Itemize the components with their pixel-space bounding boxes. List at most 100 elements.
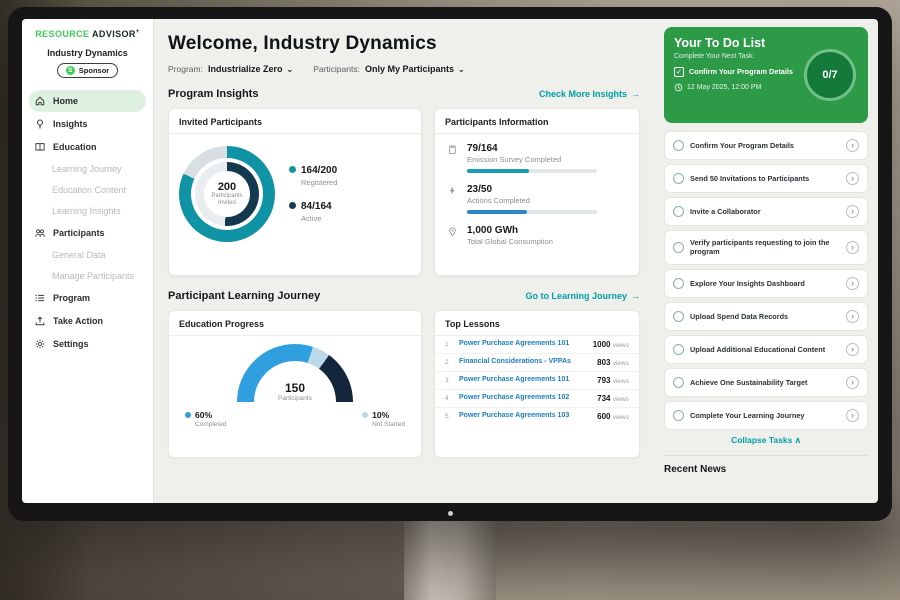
gauge-hole [254,361,336,443]
sidebar-item-learning-insights[interactable]: Learning Insights [22,200,153,221]
gauge-value: 150 [237,381,353,395]
task-label: Invite a Collaborator [690,207,840,216]
legend-label: Not Started [372,421,405,428]
program-filter-dropdown[interactable]: Industrialize Zero ⌄ [208,64,293,74]
views-label: views [613,342,629,349]
task-row-7[interactable]: Upload Additional Educational Content › [664,335,868,364]
task-checkbox[interactable] [673,311,684,322]
sidebar-nav: Home Insights Education [22,90,153,355]
donut-legend: 164/200 Registered 84/164 Active [289,165,337,223]
task-checkbox[interactable] [673,410,684,421]
lesson-views: 803 views [597,358,629,367]
lesson-link[interactable]: Financial Considerations - VPPAs [459,358,591,366]
chevron-right-icon[interactable]: › [846,343,859,356]
todo-next-task[interactable]: ✓ Confirm Your Program Details [674,67,814,77]
sidebar-item-education[interactable]: Education [22,135,153,158]
program-filter: Program: Industrialize Zero ⌄ [168,64,293,74]
participants-filter-dropdown[interactable]: Only My Participants ⌄ [365,64,465,74]
sidebar-item-insights[interactable]: Insights [22,112,153,135]
gauge-center: 150 Participants [237,381,353,402]
task-row-4[interactable]: Verify participants requesting to join t… [664,230,868,265]
lesson-link[interactable]: Power Purchase Agreements 101 [459,376,591,384]
lesson-rank: 1 [445,341,453,348]
task-row-2[interactable]: Send 50 Invitations to Participants › [664,164,868,193]
recent-news-header: Recent News [664,455,868,475]
task-checkbox[interactable] [673,173,684,184]
task-checkbox[interactable] [673,140,684,151]
info-label: Emission Survey Completed [467,155,597,164]
chevron-right-icon[interactable]: › [846,310,859,323]
sidebar-item-settings[interactable]: Settings [22,332,153,355]
lesson-rank: 2 [445,359,453,366]
task-row-6[interactable]: Upload Spend Data Records › [664,302,868,331]
collapse-label: Collapse Tasks [731,435,792,445]
sidebar-item-education-content[interactable]: Education Content [22,179,153,200]
collapse-tasks-link[interactable]: Collapse Tasks ∧ [664,435,868,446]
chevron-right-icon[interactable]: › [846,139,859,152]
journey-cards-row: Education Progress 150 Participants 60 [168,310,640,458]
sidebar-item-program[interactable]: Program [22,286,153,309]
task-row-8[interactable]: Achieve One Sustainability Target › [664,368,868,397]
task-row-9[interactable]: Complete Your Learning Journey › [664,401,868,430]
go-to-learning-journey-link[interactable]: Go to Learning Journey → [525,291,640,301]
chevron-right-icon[interactable]: › [846,205,859,218]
legend-item-completed: 60% Completed [185,410,226,428]
home-icon [34,95,46,107]
task-checkbox[interactable] [673,278,684,289]
chevron-right-icon[interactable]: › [846,277,859,290]
task-checkbox[interactable] [673,242,684,253]
sidebar-item-label: Education Content [52,185,126,195]
task-label: Upload Additional Educational Content [690,345,840,354]
education-gauge-chart: 150 Participants [237,344,353,402]
legend-item-registered: 164/200 Registered [289,165,337,187]
arrow-right-icon: → [631,89,640,99]
chevron-right-icon[interactable]: › [846,241,859,254]
book-icon [34,141,46,153]
legend-value: 84/164 [301,201,332,212]
task-checkbox[interactable] [673,206,684,217]
task-label: Upload Spend Data Records [690,312,840,321]
chevron-right-icon[interactable]: › [846,172,859,185]
task-checkbox[interactable] [673,344,684,355]
sidebar-item-take-action[interactable]: Take Action [22,309,153,332]
chevron-right-icon[interactable]: › [846,409,859,422]
donut-center: 200 Participants Invited [204,171,250,217]
link-label: Go to Learning Journey [525,291,627,301]
sidebar-item-label: Learning Insights [52,206,121,216]
arrow-right-icon: → [631,291,640,301]
lesson-views: 600 views [597,412,629,421]
chevron-right-icon[interactable]: › [846,376,859,389]
lesson-rank: 4 [445,395,453,402]
task-row-5[interactable]: Explore Your Insights Dashboard › [664,269,868,298]
program-filter-label: Program: [168,64,203,74]
filter-bar: Program: Industrialize Zero ⌄ Participan… [168,64,640,74]
gear-icon [34,338,46,350]
dashboard-screen: RESOURCE ADVISOR+ Industry Dynamics S Sp… [22,19,878,503]
sidebar-item-participants[interactable]: Participants [22,221,153,244]
info-value: 79/164 [467,143,597,154]
sidebar-item-home[interactable]: Home [29,90,146,112]
section-title: Program Insights [168,88,258,100]
lesson-link[interactable]: Power Purchase Agreements 101 [459,340,587,348]
section-title: Participant Learning Journey [168,290,320,302]
sidebar-item-label: Program [53,293,90,303]
program-insights-header: Program Insights Check More Insights → [168,88,640,100]
sidebar-item-general-data[interactable]: General Data [22,244,153,265]
lesson-link[interactable]: Power Purchase Agreements 102 [459,394,591,402]
check-more-insights-link[interactable]: Check More Insights → [539,89,640,99]
task-row-3[interactable]: Invite a Collaborator › [664,197,868,226]
sidebar-item-manage-participants[interactable]: Manage Participants [22,265,153,286]
clipboard-icon [447,143,459,173]
invited-donut-chart: 200 Participants Invited [179,146,275,242]
lesson-link[interactable]: Power Purchase Agreements 103 [459,412,591,420]
checkbox-icon[interactable]: ✓ [674,67,684,77]
legend-value: 164/200 [301,165,337,176]
insights-cards-row: Invited Participants 200 Participants In… [168,108,640,276]
info-label: Actions Completed [467,196,597,205]
task-checkbox[interactable] [673,377,684,388]
info-value: 23/50 [467,184,597,195]
task-label: Confirm Your Program Details [690,141,840,150]
task-row-1[interactable]: Confirm Your Program Details › [664,131,868,160]
logo-primary: RESOURCE [35,29,89,39]
sidebar-item-learning-journey[interactable]: Learning Journey [22,158,153,179]
